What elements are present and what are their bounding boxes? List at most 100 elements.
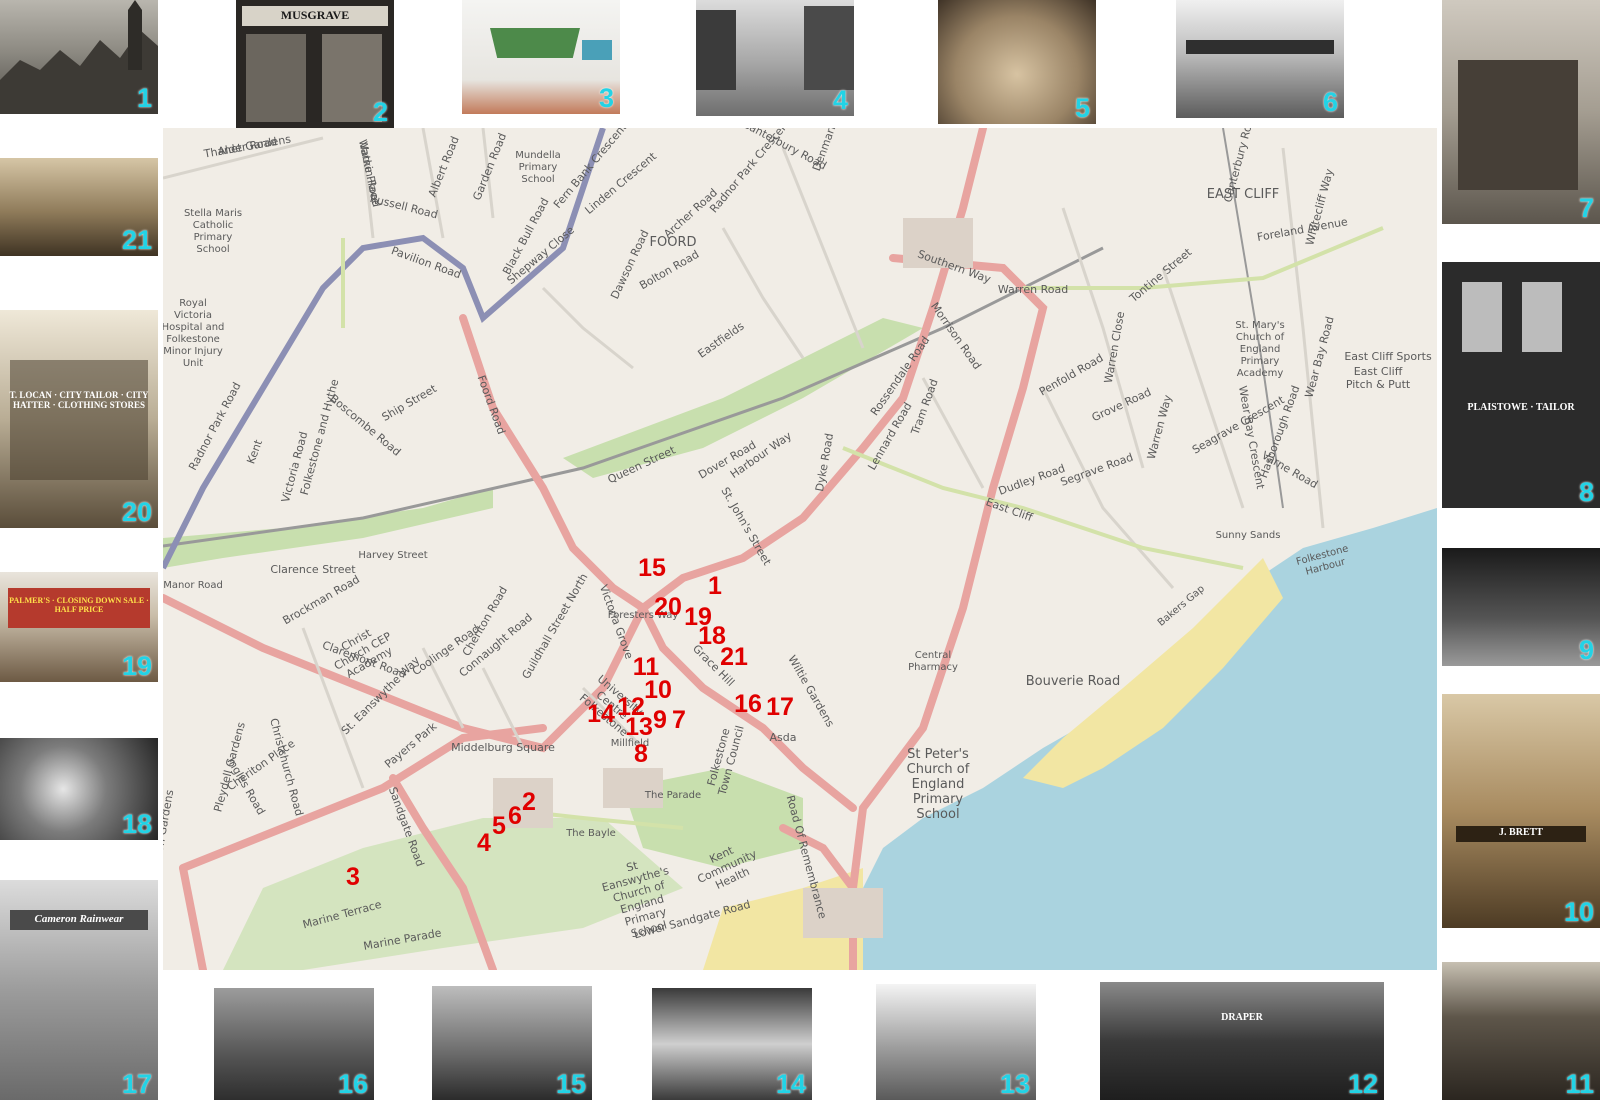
marker-9[interactable]: 9 — [653, 706, 667, 734]
photo-5: 5 — [938, 0, 1096, 124]
photo-7: 7 — [1442, 0, 1600, 224]
marker-8[interactable]: 8 — [634, 740, 648, 768]
street-label: Whitecliff Way — [1303, 167, 1336, 247]
street-label: Harvey Street — [358, 550, 427, 561]
marker-1[interactable]: 1 — [708, 572, 722, 600]
street-label: Central Pharmacy — [908, 650, 958, 673]
photo-caption: MUSGRAVE — [280, 8, 350, 22]
marker-14[interactable]: 14 — [587, 700, 615, 728]
photo-4: 4 — [696, 0, 854, 116]
street-map[interactable]: Alder Road Watkin Road Russell Road Albert … — [163, 128, 1437, 970]
street-label: EAST CLIFF — [1207, 187, 1280, 202]
photo-number: 14 — [775, 1069, 806, 1099]
photo-caption: PLAISTOWE · TAILOR — [1467, 402, 1575, 413]
photo-caption: J. BRETT — [1499, 827, 1543, 838]
photo-19: PALMER'S · CLOSING DOWN SALE · HALF PRIC… — [0, 572, 158, 682]
street-label: Mundella Primary School — [515, 150, 561, 185]
photo-number: 1 — [136, 83, 152, 113]
street-label: Foord Road — [475, 374, 508, 437]
marker-6[interactable]: 6 — [508, 802, 522, 830]
street-label: Archer Road — [661, 186, 720, 241]
street-label: Christchurch Road — [267, 717, 306, 818]
street-label: Sunny Sands — [1216, 530, 1281, 541]
marker-3[interactable]: 3 — [346, 863, 360, 891]
photo-9: 9 — [1442, 548, 1600, 666]
photo-16: 16 — [214, 988, 374, 1100]
photo-number: 9 — [1578, 635, 1594, 665]
marker-16[interactable]: 16 — [734, 690, 762, 718]
photo-17: Cameron Rainwear 17 — [0, 880, 158, 1100]
street-label: Foreland Avenue — [1256, 215, 1349, 244]
photo-number: 3 — [598, 83, 614, 113]
marker-17[interactable]: 17 — [766, 693, 794, 721]
street-label: Varne Place — [356, 141, 382, 207]
street-label: Bolton Road — [637, 248, 701, 292]
street-label: Payers Park — [382, 719, 440, 770]
photo-number: 20 — [121, 497, 152, 527]
marker-15[interactable]: 15 — [638, 554, 666, 582]
photo-number: 10 — [1563, 897, 1594, 927]
street-label: East Cliff Sports — [1344, 350, 1432, 363]
marker-5[interactable]: 5 — [492, 812, 506, 840]
photo-number: 16 — [337, 1069, 368, 1099]
marker-11[interactable]: 11 — [633, 653, 660, 681]
street-label: The Parade — [644, 790, 701, 801]
street-label: Tontine Street — [1126, 245, 1194, 305]
marker-2[interactable]: 2 — [522, 788, 536, 816]
photo-2: MUSGRAVE 2 — [236, 0, 394, 128]
street-label: Clarence Street — [270, 563, 356, 576]
church-rooftops-sketch — [0, 0, 158, 114]
photo-8: PLAISTOWE · TAILOR 8 — [1442, 262, 1600, 508]
street-label: Penfold Road — [1037, 351, 1106, 398]
marker-7[interactable]: 7 — [672, 706, 686, 734]
photo-15: 15 — [432, 986, 592, 1100]
street-label: Guildhall Street North — [519, 571, 590, 681]
photo-12: DRAPER 12 — [1100, 982, 1384, 1100]
street-label: Asda — [770, 731, 797, 744]
photo-number: 15 — [555, 1069, 586, 1099]
street-label: Boscombe Road — [327, 392, 403, 459]
photo-number: 4 — [832, 85, 848, 115]
photo-number: 11 — [1565, 1069, 1594, 1099]
street-label: Dudley Road — [997, 462, 1067, 498]
marker-21[interactable]: 21 — [720, 643, 748, 671]
street-label: Cheriton Gardens — [163, 788, 176, 886]
street-label: St. Mary's Church of England Primary Academy — [1235, 320, 1284, 379]
photo-caption: Cameron Rainwear — [34, 913, 124, 925]
street-label: East Cliff — [984, 495, 1035, 524]
marker-20[interactable]: 20 — [654, 593, 682, 621]
photo-11: 11 — [1442, 962, 1600, 1100]
street-label: Manor Road — [163, 580, 223, 591]
photo-caption: T. LOCAN · CITY TAILOR · CITY HATTER · C… — [9, 390, 149, 410]
marker-4[interactable]: 4 — [477, 829, 491, 857]
photo-20: T. LOCAN · CITY TAILOR · CITY HATTER · C… — [0, 310, 158, 528]
photo-caption: DRAPER — [1221, 1012, 1263, 1023]
street-label: Kent — [244, 437, 265, 465]
photo-10: J. BRETT 10 — [1442, 694, 1600, 928]
street-label: Warren Road — [998, 283, 1068, 296]
street-label: Stella Maris Catholic Primary School — [184, 208, 242, 255]
marker-19[interactable]: 19 — [684, 603, 712, 631]
photo-number: 8 — [1578, 477, 1594, 507]
photo-number: 17 — [121, 1069, 152, 1099]
marker-13[interactable]: 13 — [625, 713, 653, 741]
photo-number: 6 — [1322, 87, 1338, 117]
photo-6: 6 — [1176, 0, 1344, 118]
street-label: East Cliff Pitch & Putt — [1346, 365, 1411, 391]
street-label: Brockman Road — [281, 573, 362, 628]
railway — [163, 246, 1104, 548]
photo-number: 5 — [1074, 93, 1090, 123]
street-label: The Bayle — [565, 828, 616, 839]
map-canvas: Alder Road Watkin RoadRussell RoadAlbert … — [163, 128, 1437, 970]
street-label: Warren Way — [1145, 393, 1175, 461]
street-label: Wear Bay Road — [1303, 315, 1337, 399]
street-label: Bouverie Road — [1026, 674, 1121, 689]
photo-number: 19 — [121, 651, 152, 681]
photo-number: 12 — [1347, 1069, 1378, 1099]
photo-caption: PALMER'S · CLOSING DOWN SALE · HALF PRIC… — [9, 596, 149, 614]
photo-number: 7 — [1578, 193, 1594, 223]
photo-number: 2 — [372, 97, 388, 127]
photo-13: 13 — [876, 984, 1036, 1100]
street-label: Segrave Road — [1059, 451, 1135, 489]
street-label: Eastfields — [695, 319, 746, 360]
